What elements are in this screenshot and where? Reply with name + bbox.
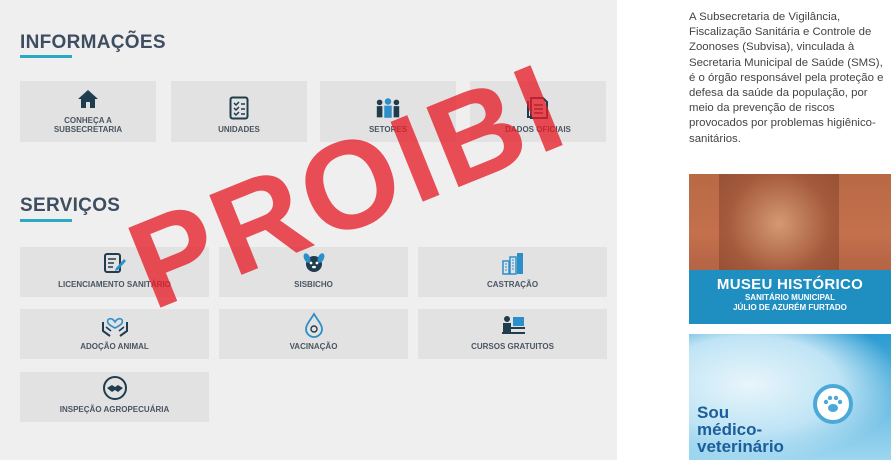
tile-vacinacao[interactable]: VACINAÇÃO bbox=[219, 309, 408, 359]
vet-banner-text: Sou médico- veterinário bbox=[697, 404, 784, 455]
checklist-icon bbox=[225, 94, 253, 122]
tile-cursos-gratuitos[interactable]: CURSOS GRATUITOS bbox=[418, 309, 607, 359]
subvisa-description: A Subsecretaria de Vigilância, Fiscaliza… bbox=[689, 11, 884, 145]
document-icon bbox=[524, 94, 552, 122]
edit-document-icon bbox=[101, 249, 129, 277]
tile-label: UNIDADES bbox=[218, 125, 260, 134]
tile-label: VACINAÇÃO bbox=[289, 342, 338, 351]
tile-label: LICENCIAMENTO SANITÁRIO bbox=[58, 280, 171, 289]
tile-inspecao-agropecuaria[interactable]: INSPEÇÃO AGROPECUÁRIA bbox=[20, 372, 209, 422]
tile-label: SETORES bbox=[368, 125, 408, 134]
vet-line: veterinário bbox=[697, 437, 784, 456]
medico-veterinario-banner[interactable]: Sou médico- veterinário bbox=[689, 334, 891, 460]
buildings-icon bbox=[499, 249, 527, 277]
tile-setores[interactable]: SETORES bbox=[320, 81, 456, 142]
tile-dados-oficiais[interactable]: DADOS OFICIAIS bbox=[470, 81, 606, 142]
tile-label: INSPEÇÃO AGROPECUÁRIA bbox=[59, 405, 170, 414]
tile-label: SISBICHO bbox=[294, 280, 333, 289]
tile-label: ADOÇÃO ANIMAL bbox=[80, 342, 149, 351]
museu-historico-banner[interactable]: MUSEU HISTÓRICO SANITÁRIO MUNICIPAL JÚLI… bbox=[689, 174, 891, 324]
tile-licenciamento-sanitario[interactable]: LICENCIAMENTO SANITÁRIO bbox=[20, 247, 209, 297]
section-underline bbox=[20, 55, 72, 58]
section-title-informacoes: INFORMAÇÕES bbox=[20, 32, 166, 53]
handshake-icon bbox=[101, 374, 129, 402]
section-title-servicos: SERVIÇOS bbox=[20, 195, 121, 216]
banner-caption: MUSEU HISTÓRICO SANITÁRIO MUNICIPAL JÚLI… bbox=[689, 270, 891, 324]
portrait-image bbox=[719, 174, 839, 284]
paw-icon bbox=[813, 384, 853, 424]
tile-label: CASTRAÇÃO bbox=[486, 280, 539, 289]
main-panel: INFORMAÇÕES CONHEÇA A SUBSECRETARIA UNID… bbox=[0, 0, 617, 460]
vet-line: médico- bbox=[697, 420, 763, 439]
section-underline bbox=[20, 219, 72, 222]
home-icon bbox=[74, 85, 102, 113]
tile-castracao[interactable]: CASTRAÇÃO bbox=[418, 247, 607, 297]
vaccine-drop-icon bbox=[300, 311, 328, 339]
banner-subtitle: SANITÁRIO MUNICIPAL bbox=[744, 293, 836, 302]
banner-subtitle: JÚLIO DE AZURÉM FURTADO bbox=[733, 303, 847, 312]
tile-label: CONHEÇA A SUBSECRETARIA bbox=[53, 116, 123, 134]
banner-title: MUSEU HISTÓRICO bbox=[716, 276, 864, 293]
people-icon bbox=[374, 94, 402, 122]
tile-adocao-animal[interactable]: ADOÇÃO ANIMAL bbox=[20, 309, 209, 359]
person-computer-icon bbox=[499, 311, 527, 339]
vet-line: Sou bbox=[697, 403, 730, 422]
tile-unidades[interactable]: UNIDADES bbox=[171, 81, 307, 142]
tile-conheca-subsecretaria[interactable]: CONHEÇA A SUBSECRETARIA bbox=[20, 81, 156, 142]
heart-hands-icon bbox=[101, 311, 129, 339]
dog-icon bbox=[300, 249, 328, 277]
tile-sisbicho[interactable]: SISBICHO bbox=[219, 247, 408, 297]
tile-label: DADOS OFICIAIS bbox=[505, 125, 571, 134]
tile-label: CURSOS GRATUITOS bbox=[471, 342, 554, 351]
